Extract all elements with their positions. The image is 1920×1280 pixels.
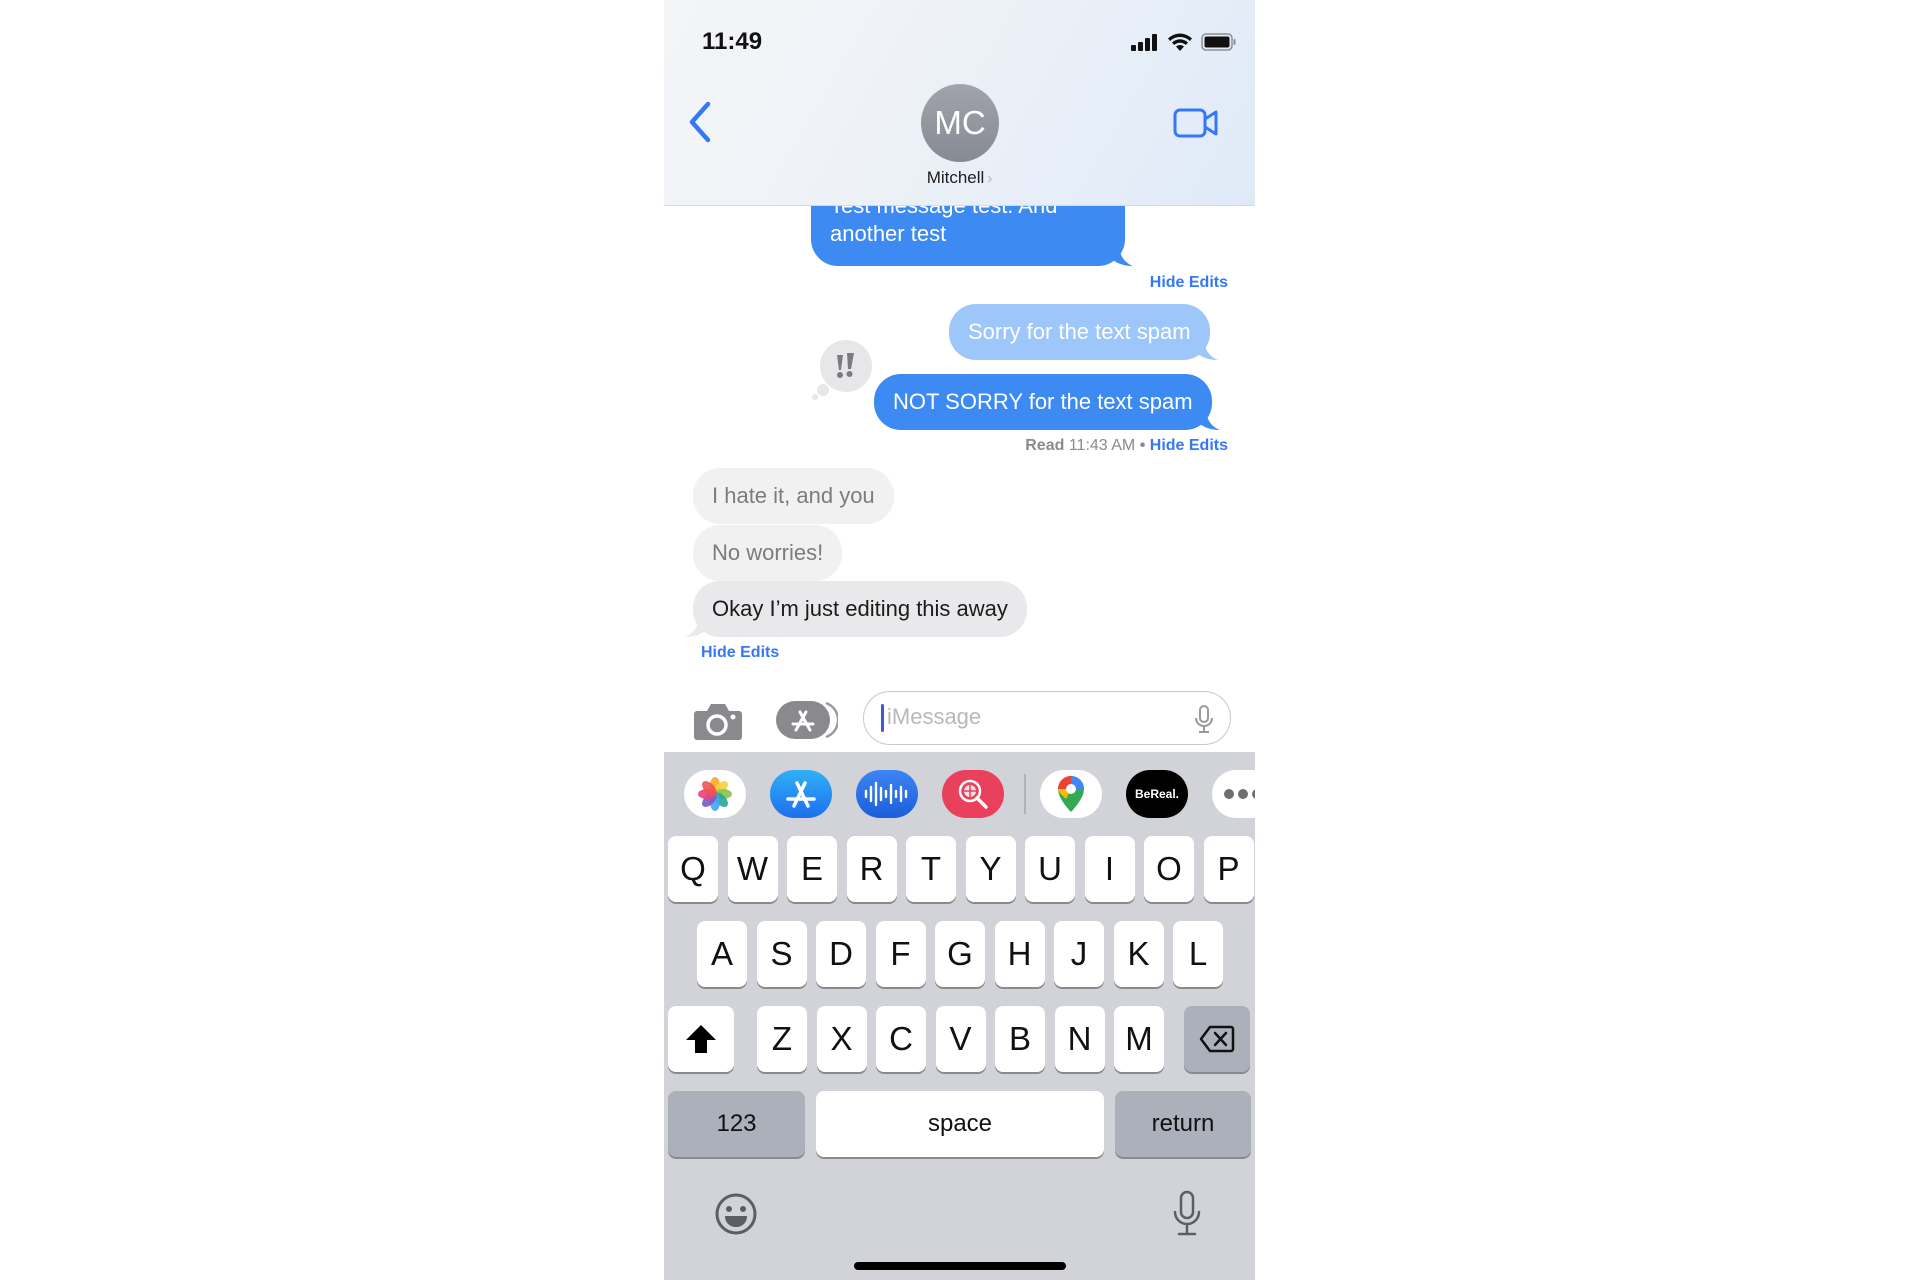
waveform-icon (864, 781, 908, 807)
bubble-tail (1113, 244, 1133, 266)
home-indicator[interactable] (854, 1262, 1066, 1270)
key-p[interactable]: P (1203, 836, 1254, 902)
video-camera-icon[interactable] (1173, 106, 1219, 140)
app-images-search[interactable] (942, 770, 1004, 818)
key-h[interactable]: H (994, 921, 1045, 987)
key-u[interactable]: U (1025, 836, 1075, 902)
message-bubble-received[interactable]: Okay I’m just editing this away (685, 581, 1027, 637)
hide-edits-link[interactable]: Hide Edits (1150, 437, 1228, 454)
more-icon (1224, 789, 1255, 799)
hide-edits-link[interactable]: Hide Edits (1150, 274, 1228, 292)
read-label: Read (1025, 437, 1065, 454)
exclamation-icon (837, 353, 854, 378)
key-k[interactable]: K (1113, 921, 1164, 987)
message-bubble-received-previous-edit[interactable]: No worries! (693, 525, 843, 581)
key-q[interactable]: Q (668, 836, 718, 902)
signal-icon (1131, 34, 1157, 51)
bubble-tail (685, 615, 705, 637)
delete-key[interactable] (1184, 1006, 1250, 1072)
app-more[interactable] (1212, 770, 1255, 818)
tapback-reaction[interactable] (812, 340, 872, 400)
keyboard: BeReal. QWERTYUIOP ASDFGHJKL ZXCVBNM 123… (664, 752, 1255, 1280)
battery-icon (1201, 33, 1236, 51)
key-g[interactable]: G (935, 921, 985, 987)
key-b[interactable]: B (995, 1006, 1045, 1072)
key-y[interactable]: Y (965, 836, 1016, 902)
key-l[interactable]: L (1173, 921, 1223, 987)
messages-screen: Test message test. And another test Hide… (664, 0, 1255, 1280)
text-caret (881, 704, 884, 732)
photos-icon (698, 777, 732, 811)
app-drawer-divider (1024, 774, 1026, 814)
message-input-placeholder: iMessage (887, 704, 982, 729)
message-text: NOT SORRY for the text spam (893, 389, 1193, 414)
key-i[interactable]: I (1084, 836, 1135, 902)
app-photos[interactable] (684, 770, 746, 818)
message-text: Okay I’m just editing this away (712, 596, 1008, 621)
bereal-icon: BeReal. (1134, 787, 1180, 801)
message-input[interactable]: iMessage (863, 691, 1231, 745)
contact-avatar[interactable]: MC (921, 84, 999, 162)
key-j[interactable]: J (1054, 921, 1104, 987)
microphone-icon[interactable] (1194, 704, 1214, 734)
contact-name-text: Mitchell (926, 168, 985, 187)
chevron-left-icon[interactable] (686, 100, 716, 144)
key-t[interactable]: T (906, 836, 956, 902)
shift-icon (686, 1025, 716, 1053)
key-o[interactable]: O (1144, 836, 1194, 902)
key-m[interactable]: M (1114, 1006, 1164, 1072)
delete-icon (1199, 1025, 1235, 1053)
app-app-store[interactable] (770, 770, 832, 818)
key-z[interactable]: Z (757, 1006, 807, 1072)
key-w[interactable]: W (727, 836, 778, 902)
read-time: 11:43 AM (1068, 437, 1136, 454)
wifi-icon (1168, 33, 1192, 51)
key-d[interactable]: D (816, 921, 866, 987)
message-bubble-received-previous-edit[interactable]: I hate it, and you (693, 468, 894, 524)
hide-edits-link[interactable]: Hide Edits (701, 644, 779, 662)
app-store-icon (786, 781, 816, 808)
message-text: Sorry for the text spam (968, 319, 1191, 344)
status-time: 11:49 (702, 28, 763, 55)
status-icons (1131, 32, 1237, 52)
separator: • (1139, 437, 1146, 454)
conversation-header: 11:49 MC Mitchell › (664, 0, 1255, 206)
space-key[interactable]: space (816, 1091, 1104, 1157)
key-x[interactable]: X (816, 1006, 867, 1072)
app-bereal[interactable]: BeReal. (1126, 770, 1188, 818)
bubble-tail (1199, 408, 1220, 430)
chevron-right-icon: › (987, 170, 993, 187)
emoji-icon[interactable] (714, 1192, 758, 1236)
key-v[interactable]: V (935, 1006, 986, 1072)
key-r[interactable]: R (846, 836, 897, 902)
key-a[interactable]: A (697, 921, 747, 987)
camera-icon[interactable] (693, 701, 743, 741)
key-f[interactable]: F (875, 921, 926, 987)
app-google-maps[interactable] (1040, 770, 1102, 818)
message-bubble-sent[interactable]: NOT SORRY for the text spam (874, 374, 1220, 430)
app-drawer: BeReal. (664, 770, 1255, 820)
numbers-key[interactable]: 123 (668, 1091, 805, 1157)
app-audio-message[interactable] (856, 770, 918, 818)
read-receipt: Read 11:43 AM • Hide Edits (1025, 437, 1228, 455)
contact-name[interactable]: Mitchell › (664, 168, 1255, 188)
key-e[interactable]: E (787, 836, 837, 902)
app-store-icon[interactable] (776, 700, 838, 740)
map-pin-icon (1058, 776, 1084, 812)
message-bubble-sent-previous-edit[interactable]: Sorry for the text spam (949, 304, 1218, 360)
message-text: I hate it, and you (712, 483, 875, 508)
globe-search-icon (958, 779, 988, 809)
bubble-tail (1197, 338, 1218, 360)
key-s[interactable]: S (756, 921, 807, 987)
key-n[interactable]: N (1054, 1006, 1105, 1072)
message-text: No worries! (712, 540, 824, 565)
key-c[interactable]: C (876, 1006, 926, 1072)
return-key[interactable]: return (1115, 1091, 1251, 1157)
shift-key[interactable] (668, 1006, 734, 1072)
dictation-microphone-icon[interactable] (1172, 1190, 1202, 1238)
